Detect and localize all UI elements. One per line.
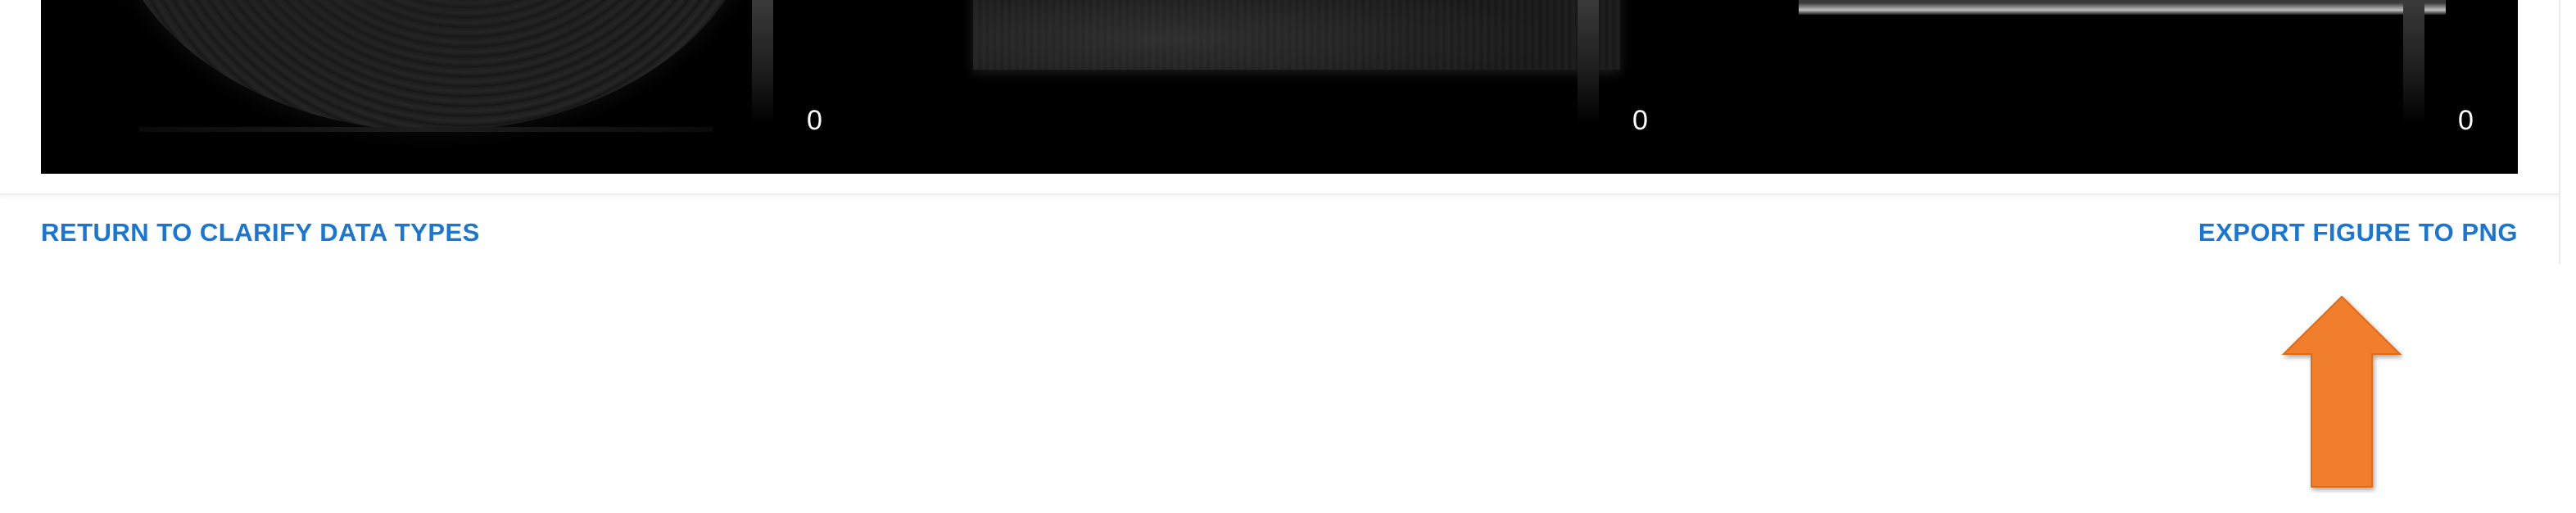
colorbar-min-label: 0 <box>1632 105 1648 136</box>
brain-slice-image <box>106 0 762 131</box>
colorbar <box>752 0 773 123</box>
colorbar <box>2403 0 2424 123</box>
brain-slice-panel-sagittal: 0 <box>1692 0 2518 174</box>
figure-viewer: 0 0 0 <box>41 0 2518 174</box>
return-to-clarify-data-types-button[interactable]: RETURN TO CLARIFY DATA TYPES <box>41 218 480 247</box>
action-bar: RETURN TO CLARIFY DATA TYPES EXPORT FIGU… <box>0 193 2559 266</box>
brain-slice-image <box>1799 0 2446 15</box>
colorbar-min-label: 0 <box>2458 105 2474 136</box>
export-figure-to-png-button[interactable]: EXPORT FIGURE TO PNG <box>2198 218 2518 247</box>
slice-baseline <box>139 127 713 132</box>
brain-slice-panel-axial: 0 <box>41 0 867 174</box>
brain-slice-image <box>973 0 1620 70</box>
card-divider <box>2559 0 2560 264</box>
colorbar-min-label: 0 <box>807 105 822 136</box>
page: 0 0 0 RETURN TO CLARIFY DATA TYPES EXPOR… <box>0 0 2576 513</box>
up-arrow-icon <box>2281 295 2402 488</box>
brain-slice-panel-coronal: 0 <box>867 0 1692 174</box>
colorbar <box>1578 0 1599 123</box>
